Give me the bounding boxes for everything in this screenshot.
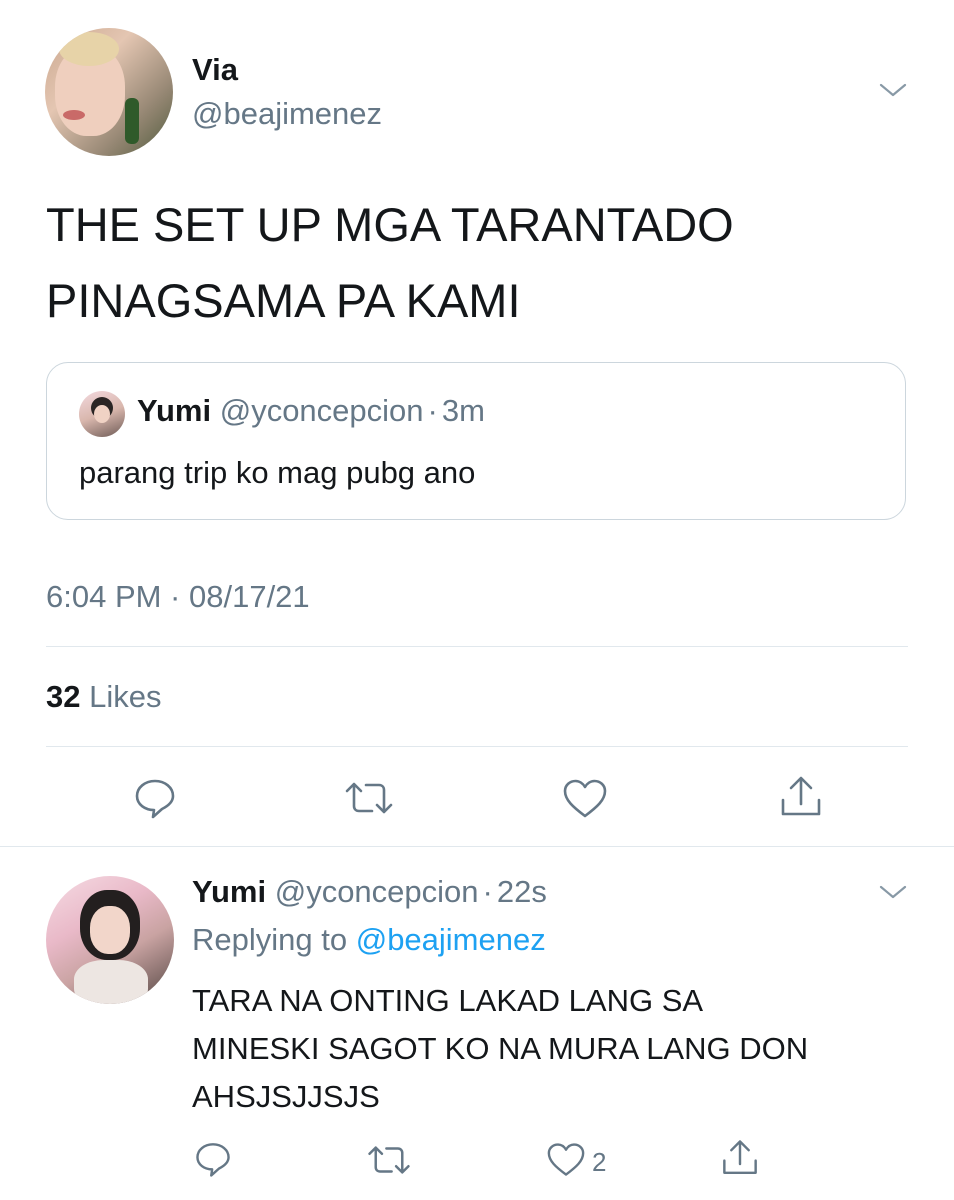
likes-count: 32 [46,679,81,714]
quoted-time: 3m [441,393,485,428]
via-display-name[interactable]: Via [192,52,238,88]
divider [0,846,954,847]
like-heart-icon[interactable] [546,1142,586,1178]
share-icon[interactable] [720,1138,760,1178]
quoted-text: parang trip ko mag pubg ano [79,455,476,490]
replying-to-handle[interactable]: @beajimenez [356,922,546,957]
share-icon[interactable] [778,774,824,820]
quoted-display-name: Yumi [137,393,212,428]
likes-label: Likes [89,679,162,714]
via-handle[interactable]: @beajimenez [192,96,382,132]
quoted-tweet-card[interactable]: Yumi @yconcepcion · 3m parang trip ko mag … [46,362,906,520]
reply-time[interactable]: 22s [497,874,547,909]
via-avatar[interactable] [45,28,173,156]
tweet-text-line2: PINAGSAMA PA KAMI [46,274,521,327]
chevron-down-icon[interactable] [878,80,908,100]
reply-separator: · [482,874,493,909]
reply-text-line3: AHSJSJJSJS [192,1079,380,1114]
retweet-icon[interactable] [343,779,395,817]
reply-display-name[interactable]: Yumi [192,874,266,909]
replying-to-label: Replying to [192,922,348,957]
retweet-icon[interactable] [366,1143,412,1177]
quoted-handle: @yconcepcion [219,393,424,428]
chevron-down-icon[interactable] [878,882,908,902]
reply-text-line1: TARA NA ONTING LAKAD LANG SA [192,983,704,1018]
yumi-avatar[interactable] [46,876,174,1004]
reply-icon[interactable] [194,1140,232,1178]
reply-handle[interactable]: @yconcepcion [275,874,479,909]
divider [46,646,908,647]
tweet-text-line1: THE SET UP MGA TARANTADO [46,198,734,251]
quoted-avatar [79,391,125,437]
tweet-timestamp[interactable]: 6:04 PM · 08/17/21 [46,579,310,615]
quoted-separator: · [427,393,438,428]
divider [46,746,908,747]
reply-text-line2: MINESKI SAGOT KO NA MURA LANG DON [192,1031,809,1066]
reply-like-count: 2 [592,1147,607,1177]
like-heart-icon[interactable] [562,778,608,820]
likes-summary[interactable]: 32 Likes [46,679,161,715]
reply-icon[interactable] [133,776,177,820]
